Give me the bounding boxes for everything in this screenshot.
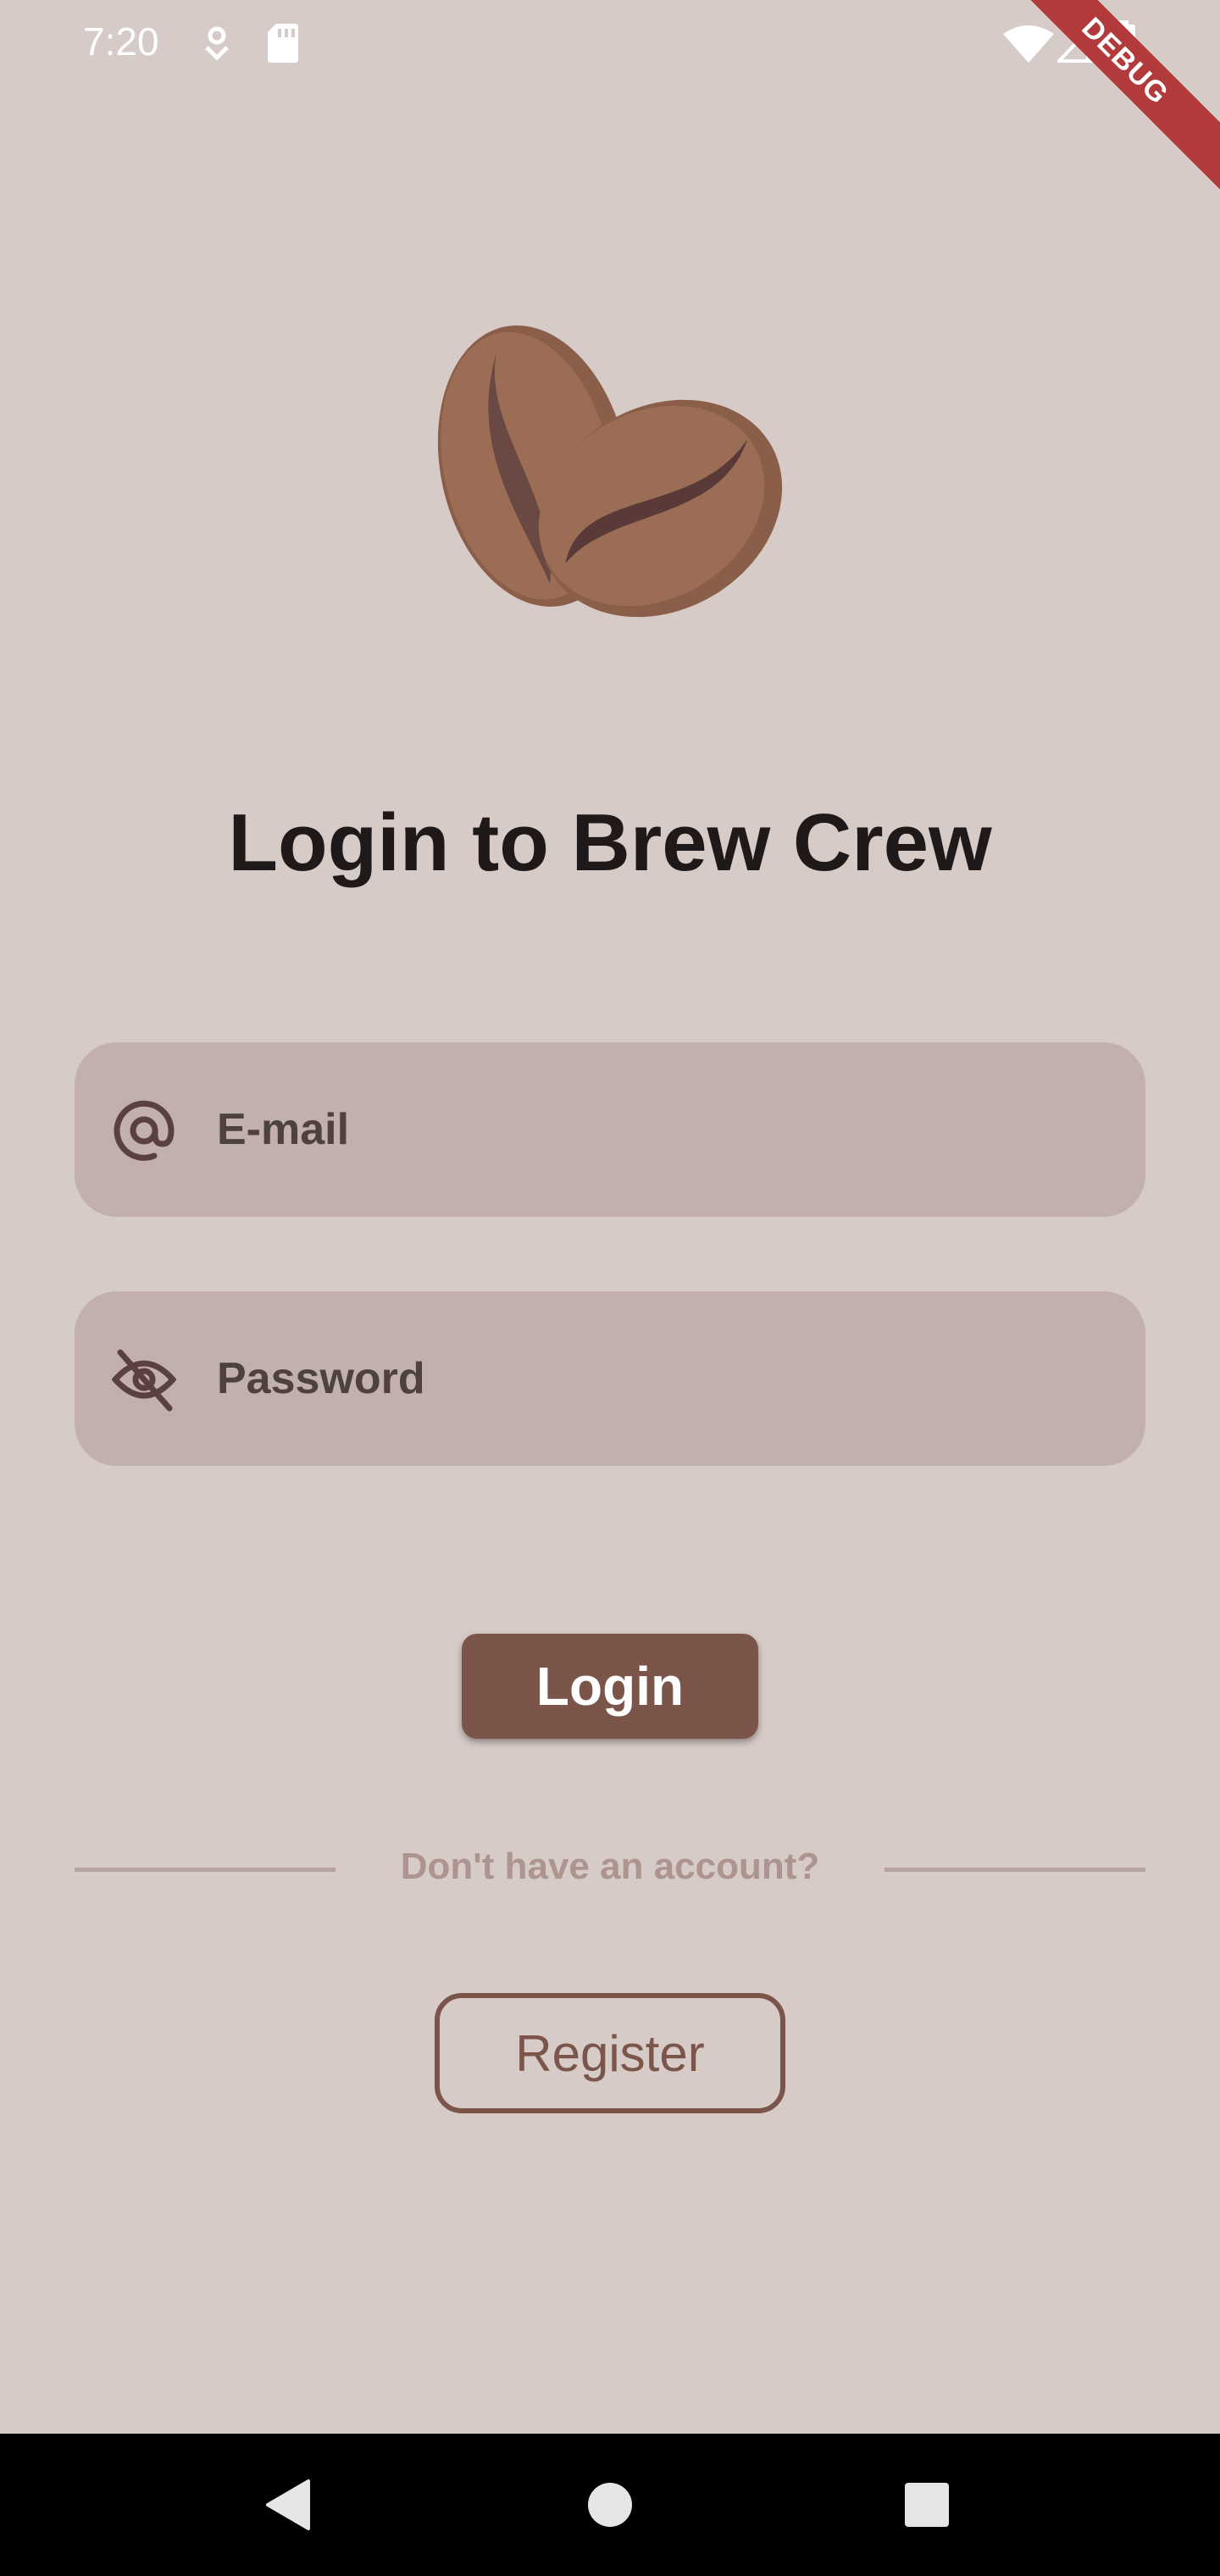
recents-icon[interactable]: [884, 2462, 969, 2547]
navigation-bar: [0, 2434, 1220, 2576]
status-bar: 7:20 DEBUG: [0, 0, 1220, 192]
password-input[interactable]: [217, 1291, 1098, 1466]
status-time: 7:20: [83, 19, 159, 64]
email-input[interactable]: [217, 1042, 1098, 1217]
divider-line-left: [75, 1868, 336, 1872]
login-button[interactable]: Login: [462, 1634, 758, 1739]
register-button[interactable]: Register: [435, 1993, 785, 2113]
coffee-beans-icon: [437, 325, 783, 618]
page-title: Login to Brew Crew: [228, 797, 992, 888]
at-sign-icon: [114, 1100, 175, 1161]
location-pin-icon: [205, 26, 229, 61]
password-field[interactable]: [75, 1291, 1145, 1466]
divider-line-right: [884, 1868, 1145, 1872]
email-field[interactable]: [75, 1042, 1145, 1217]
wifi-icon: [1003, 25, 1054, 63]
home-icon[interactable]: [568, 2462, 652, 2547]
eye-off-icon: [112, 1349, 176, 1412]
no-account-text: Don't have an account?: [400, 1846, 820, 1887]
back-icon[interactable]: [251, 2462, 336, 2547]
sd-card-icon: [268, 24, 298, 63]
